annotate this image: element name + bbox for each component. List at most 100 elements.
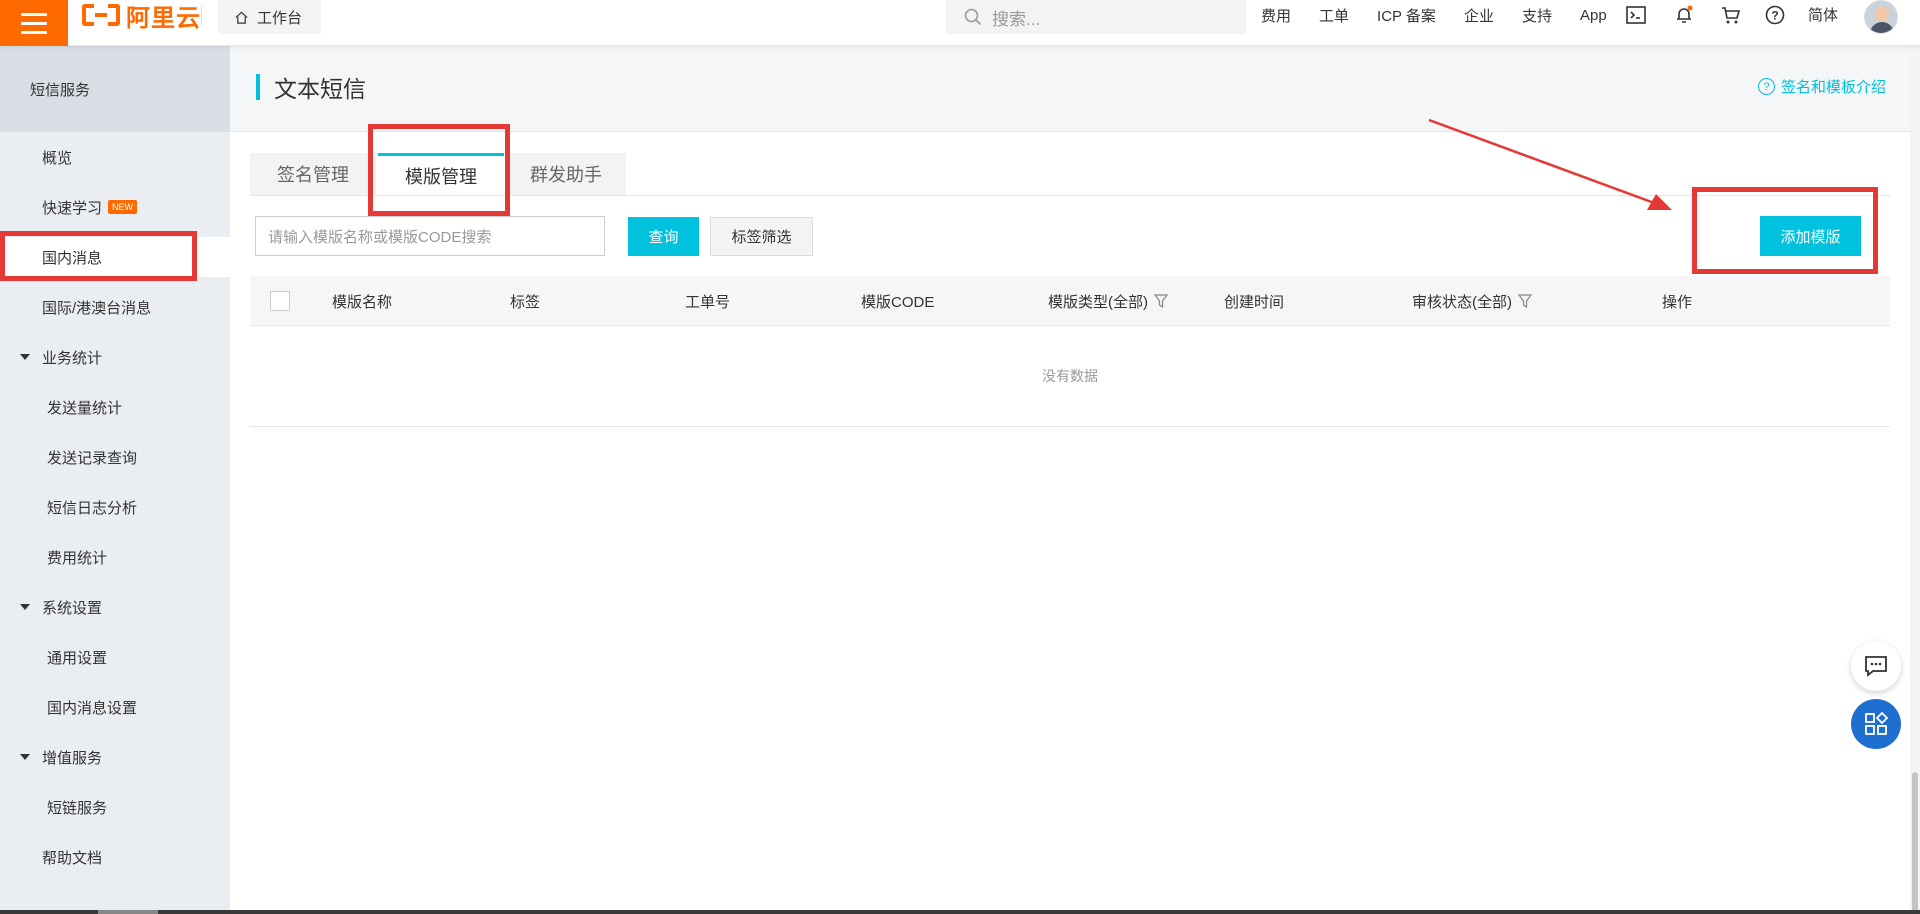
tag-filter-button[interactable]: 标签筛选 <box>710 217 813 256</box>
sidebar-item-cost-stats[interactable]: 费用统计 <box>0 537 230 577</box>
sidebar-item-general-settings[interactable]: 通用设置 <box>0 637 230 677</box>
column-header-ticket: 工单号 <box>685 293 731 311</box>
sidebar-item-label: 帮助文档 <box>42 849 103 867</box>
column-header-status-label: 审核状态(全部) <box>1412 293 1512 311</box>
tab-template-management[interactable]: 模版管理 <box>378 153 504 195</box>
caret-down-icon <box>20 604 30 610</box>
link-enterprise[interactable]: 企业 <box>1464 5 1494 26</box>
add-template-button[interactable]: 添加模版 <box>1760 216 1861 256</box>
sidebar-item-label: 业务统计 <box>42 349 103 367</box>
sidebar-item-label: 国际/港澳台消息 <box>42 299 152 317</box>
hamburger-menu-button[interactable] <box>0 0 68 46</box>
column-header-type-label: 模版类型(全部) <box>1048 293 1148 311</box>
top-navbar: 阿里云 工作台 搜索... 费用 工单 ICP 备案 企业 支持 App ? 简… <box>0 0 1920 46</box>
bell-icon[interactable] <box>1673 4 1695 26</box>
tab-bulk-send-assistant[interactable]: 群发助手 <box>506 153 626 195</box>
logo-mark-icon <box>82 4 120 26</box>
tab-bar: 签名管理 模版管理 群发助手 <box>250 153 628 195</box>
sidebar-item-label: 系统设置 <box>42 599 103 617</box>
svg-text:?: ? <box>1771 9 1778 23</box>
sidebar: 短信服务 概览 快速学习 NEW 国内消息 国际/港澳台消息 业务统计 发送量统计… <box>0 46 230 910</box>
search-placeholder: 请输入模版名称或模版CODE搜索 <box>268 228 492 246</box>
divider <box>201 6 202 26</box>
sidebar-item-label: 快速学习 <box>42 199 103 217</box>
column-header-tag: 标签 <box>510 293 541 311</box>
home-icon <box>235 10 248 24</box>
template-search-input[interactable]: 请输入模版名称或模版CODE搜索 <box>255 216 605 256</box>
filter-icon[interactable] <box>1154 294 1168 308</box>
select-all-checkbox[interactable] <box>270 291 290 311</box>
question-icon: ? <box>1758 78 1775 95</box>
sidebar-item-help-docs[interactable]: 帮助文档 <box>0 837 230 877</box>
sidebar-item-label: 国内消息 <box>42 249 103 267</box>
sidebar-item-label: 短信日志分析 <box>47 499 138 517</box>
column-header-name: 模版名称 <box>332 293 393 311</box>
column-header-status[interactable]: 审核状态(全部) <box>1412 276 1532 326</box>
sidebar-item-label: 概览 <box>42 149 73 167</box>
chat-support-button[interactable] <box>1851 641 1901 691</box>
sidebar-item-label: 发送量统计 <box>47 399 123 417</box>
annotation-arrow-icon <box>1428 118 1672 210</box>
sidebar-item-label: 短链服务 <box>47 799 108 817</box>
quick-apps-button[interactable] <box>1851 699 1901 749</box>
caret-down-icon <box>20 354 30 360</box>
sidebar-item-label: 增值服务 <box>42 749 103 767</box>
workbench-button[interactable]: 工作台 <box>218 0 321 34</box>
query-button[interactable]: 查询 <box>628 217 699 256</box>
sidebar-item-log-analysis[interactable]: 短信日志分析 <box>0 487 230 527</box>
user-avatar[interactable] <box>1864 0 1898 34</box>
aliyun-logo[interactable]: 阿里云 <box>82 0 201 32</box>
workbench-label: 工作台 <box>257 9 303 27</box>
sidebar-item-domestic-settings[interactable]: 国内消息设置 <box>0 687 230 727</box>
column-header-created: 创建时间 <box>1224 293 1285 311</box>
sidebar-title: 短信服务 <box>0 46 230 132</box>
vertical-scrollbar[interactable] <box>1910 46 1920 912</box>
column-header-actions: 操作 <box>1662 293 1693 311</box>
table-header: 模版名称 标签 工单号 模版CODE 模版类型(全部) 创建时间 审核状态(全部… <box>250 276 1890 326</box>
page-title-text: 文本短信 <box>274 76 366 102</box>
sidebar-item-label: 发送记录查询 <box>47 449 138 467</box>
sidebar-item-short-link[interactable]: 短链服务 <box>0 787 230 827</box>
chat-icon <box>1865 656 1887 677</box>
column-header-code: 模版CODE <box>861 293 935 311</box>
column-header-type[interactable]: 模版类型(全部) <box>1048 276 1168 326</box>
sidebar-group-value-added[interactable]: 增值服务 <box>0 737 230 777</box>
global-search-input[interactable]: 搜索... <box>946 0 1246 34</box>
link-support[interactable]: 支持 <box>1522 5 1552 26</box>
search-icon <box>964 8 982 26</box>
link-app[interactable]: App <box>1580 7 1607 24</box>
sidebar-item-international-message[interactable]: 国际/港澳台消息 <box>0 287 230 327</box>
help-link-label: 签名和模板介绍 <box>1781 79 1887 96</box>
sidebar-item-label: 国内消息设置 <box>47 699 138 717</box>
caret-down-icon <box>20 754 30 760</box>
top-links: 费用 工单 ICP 备案 企业 支持 App <box>1261 0 1635 30</box>
language-switch[interactable]: 简体 <box>1808 4 1838 25</box>
empty-table-message: 没有数据 <box>250 326 1890 427</box>
sidebar-item-label: 通用设置 <box>47 649 108 667</box>
sidebar-item-send-records[interactable]: 发送记录查询 <box>0 437 230 477</box>
horizontal-scrollbar[interactable] <box>0 910 1920 914</box>
help-circle-icon[interactable]: ? <box>1764 4 1786 26</box>
apps-grid-icon <box>1865 712 1888 735</box>
sidebar-item-label: 费用统计 <box>47 549 108 567</box>
sidebar-item-domestic-message[interactable]: 国内消息 <box>0 237 230 277</box>
sidebar-item-overview[interactable]: 概览 <box>0 137 230 177</box>
tab-signature-management[interactable]: 签名管理 <box>250 153 376 195</box>
sidebar-item-send-volume[interactable]: 发送量统计 <box>0 387 230 427</box>
sidebar-group-business-stats[interactable]: 业务统计 <box>0 337 230 377</box>
scrollbar-thumb[interactable] <box>98 910 158 914</box>
sidebar-item-quick-learn[interactable]: 快速学习 NEW <box>0 187 230 227</box>
search-placeholder: 搜索... <box>992 9 1041 29</box>
new-badge: NEW <box>108 200 138 214</box>
scrollbar-thumb[interactable] <box>1912 772 1918 912</box>
cart-icon[interactable] <box>1720 4 1742 26</box>
sidebar-group-system-settings[interactable]: 系统设置 <box>0 587 230 627</box>
page-title: 文本短信 <box>256 74 366 102</box>
link-icp[interactable]: ICP 备案 <box>1377 5 1436 26</box>
link-billing[interactable]: 费用 <box>1261 5 1291 26</box>
signature-template-intro-link[interactable]: ? 签名和模板介绍 <box>1758 76 1886 97</box>
terminal-icon[interactable] <box>1625 4 1647 26</box>
filter-icon[interactable] <box>1518 294 1532 308</box>
logo-text: 阿里云 <box>126 4 201 32</box>
link-ticket[interactable]: 工单 <box>1319 5 1349 26</box>
